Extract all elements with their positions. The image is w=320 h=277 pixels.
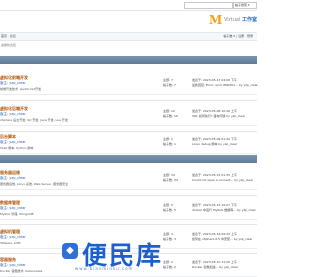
forum-stats: 主题: 34 帖子数: 34 xyxy=(163,173,178,183)
forum-row: 虚拟化后端开发 版主: yzp_clear vSphere 后台开发, SQ 开… xyxy=(0,105,257,126)
breadcrumb[interactable]: 虚拟化论坛 xyxy=(1,43,16,47)
forum-post-count: 帖子数: 2 xyxy=(163,265,176,269)
last-post-title[interactable]: 如何在 vSphere 6.5 中安装... by yzp_clear xyxy=(192,237,253,242)
forum-description: Shell 脚本, Python 脚本 xyxy=(0,146,34,150)
row-divider xyxy=(0,224,257,225)
section-header-bar xyxy=(0,155,257,163)
site-logo-icon[interactable]: M xyxy=(209,13,222,27)
forum-last-post[interactable]: 发表于: 2023-05-15 10:07 下午 docker 中运行 MySQL… xyxy=(192,203,256,213)
forum-last-post[interactable]: 发表于: 2023-05-08 10:46 上午 SQL 如何执行? 语句问题 b… xyxy=(192,109,245,119)
watermark-url: www.bianminku.com xyxy=(75,266,134,271)
forum-stats: 主题: 1 帖子数: 1 xyxy=(163,137,176,147)
forum-moderator-link[interactable]: 版主: yzp_clear xyxy=(0,235,26,240)
forum-moderator-link[interactable]: 版主: yzp_clear xyxy=(0,112,26,117)
forum-moderator-link[interactable]: 版主: yzp_clear xyxy=(0,263,26,268)
forum-stats: 主题: 2 帖子数: 2 xyxy=(163,260,176,270)
forum-description: VMware, KVM xyxy=(0,241,21,245)
forum-post-count: 帖子数: 3 xyxy=(163,237,176,241)
section-header-bar xyxy=(0,56,257,64)
forum-row: 虚拟化前端开发 版主: yzp_clear 前端开发技术, JavaScript… xyxy=(0,74,258,95)
forum-post-count: 帖子数: 10 xyxy=(163,114,178,118)
row-divider xyxy=(0,131,257,132)
forum-post-count: 帖子数: 1 xyxy=(163,142,176,146)
row-divider xyxy=(0,100,257,101)
forum-description: vSphere 后台开发, SQ 开发, Java 开发, Lua 开发 xyxy=(0,118,68,122)
forum-moderator-link[interactable]: 版主: yzp_clear xyxy=(0,81,26,86)
last-post-title[interactable]: docker 中运行 MySQL 数据库... by yzp_clear xyxy=(192,208,256,213)
forum-row: 服务器运维 版主: yzp_clear 服务器运维, Linux 系统, Web… xyxy=(0,169,257,190)
search-scope-select[interactable]: 帖子搜索 ▾ xyxy=(233,2,257,9)
forum-last-post[interactable]: 发表于: 2023-05-16 09:32 上午 如何在 vSphere 6.5 … xyxy=(192,232,253,242)
last-post-title[interactable]: Linux debug 脚本 by yzp_clear xyxy=(192,142,237,147)
forum-row: 后台脚本 版主: yzp_clear Shell 脚本, Python 脚本 主… xyxy=(0,133,257,154)
row-divider xyxy=(0,195,257,196)
forum-moderator-link[interactable]: 版主: yzp_clear xyxy=(0,206,26,211)
last-post-title[interactable]: Docker 镜像加速... by yzp_clear xyxy=(192,265,238,270)
forum-description: Docker 容器技术, Kubernetes xyxy=(0,269,43,273)
forum-stats: 主题: 7 帖子数: 7 xyxy=(163,78,176,88)
nav-left-links[interactable]: 首页 · 论坛 xyxy=(1,34,16,38)
forum-description: MySQL 管理, MongoDB xyxy=(0,212,34,216)
forum-moderator-link[interactable]: 版主: yzp_clear xyxy=(0,140,26,145)
site-logo-text[interactable]: Virtual 工作室 xyxy=(224,16,257,23)
nav-bar: 首页 · 论坛 帖子数 0 | 注册 · 登录 xyxy=(0,32,257,41)
forum-row: 数据库管理 版主: yzp_clear MySQL 管理, MongoDB 主题… xyxy=(0,199,257,220)
forum-post-count: 帖子数: 5 xyxy=(163,208,176,212)
nav-right-links[interactable]: 帖子数 0 | 注册 · 登录 xyxy=(223,34,253,38)
watermark-logo-icon: ◆ xyxy=(62,243,78,259)
forum-last-post[interactable]: 发表于: 2023-05-15 01:35 上午 Could not open a… xyxy=(192,173,253,183)
search-input[interactable] xyxy=(184,2,233,9)
forum-last-post[interactable]: 发表于: 2023-05-09 01:40 下午 Linux debug 脚本 b… xyxy=(192,137,237,147)
last-post-title[interactable]: Could not open a connect... by yzp_clear xyxy=(192,178,253,183)
forum-stats: 主题: 5 帖子数: 5 xyxy=(163,203,176,213)
logo-word-a: Virtual xyxy=(224,17,241,23)
last-post-title[interactable]: 最新回复: Error: error EN0001... by yzp_clea… xyxy=(192,83,258,88)
forum-post-count: 帖子数: 34 xyxy=(163,178,178,182)
forum-description: 前端开发技术, JavaScript开发 xyxy=(0,87,41,91)
forum-last-post[interactable]: 发表于: 2023-05-17 04:08 下午 最新回复: Error: err… xyxy=(192,78,258,88)
forum-stats: 主题: 3 帖子数: 3 xyxy=(163,232,176,242)
top-bar: 帖子搜索 ▾ xyxy=(0,0,257,11)
forum-stats: 主题: 10 帖子数: 10 xyxy=(163,109,178,119)
logo-word-b: 工作室 xyxy=(241,17,257,23)
forum-post-count: 帖子数: 7 xyxy=(163,83,176,87)
forum-description: 服务器运维, Linux 系统, Web Server, 服务器安全 xyxy=(0,182,69,186)
forum-last-post[interactable]: 发表于: 2023-05-10 11:20 上午 Docker 镜像加速... b… xyxy=(192,260,238,270)
forum-moderator-link[interactable]: 版主: yzp_clear xyxy=(0,176,26,181)
last-post-title[interactable]: SQL 如何执行? 语句问题 by yzp_clear xyxy=(192,114,245,119)
